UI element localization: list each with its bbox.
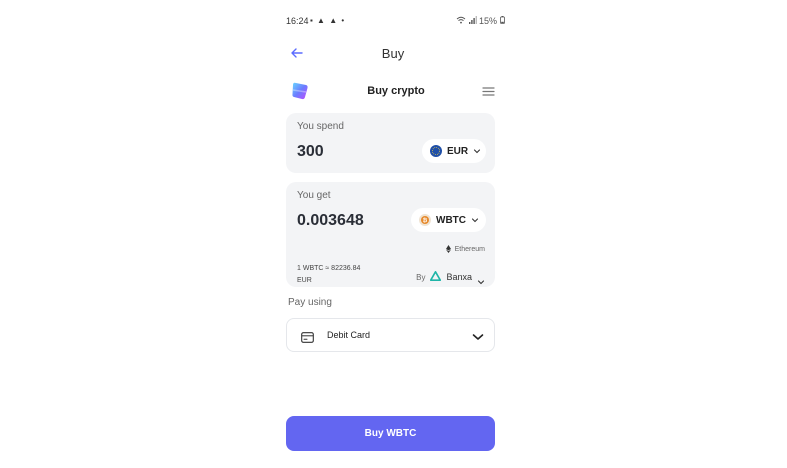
chevron-down-icon	[471, 216, 479, 224]
battery-percent: 15%	[479, 16, 498, 26]
banxa-logo-icon	[430, 268, 442, 286]
get-label: You get	[297, 190, 331, 201]
eur-flag-icon	[430, 145, 442, 157]
spend-currency-select[interactable]: EUR	[422, 139, 486, 163]
ethereum-icon	[445, 240, 451, 258]
status-right: 15%	[456, 16, 505, 26]
provider-select[interactable]: By Banxa	[416, 268, 485, 286]
payment-method-select[interactable]: Debit Card	[286, 318, 495, 352]
chevron-down-icon	[473, 147, 481, 155]
bitcoin-icon: ₿	[419, 214, 431, 226]
page-title: Buy	[381, 46, 405, 61]
spend-amount-input[interactable]: 300	[297, 143, 324, 161]
get-currency-select[interactable]: ₿ WBTC	[411, 208, 486, 232]
card-icon	[301, 330, 314, 348]
spend-label: You spend	[297, 121, 344, 132]
exchange-rate: 1 WBTC ≈ 82236.84 EUR	[297, 263, 360, 287]
hamburger-menu-icon[interactable]	[482, 85, 495, 96]
spend-currency-code: EUR	[447, 145, 469, 157]
payment-method-name: Debit Card	[327, 330, 371, 340]
provider-name: Banxa	[446, 272, 472, 282]
app-logo-icon	[290, 81, 310, 101]
chevron-down-icon	[477, 273, 485, 285]
rate-line-1: 1 WBTC ≈ 82236.84	[297, 265, 361, 272]
wifi-icon	[456, 16, 469, 26]
signal-icon	[468, 16, 480, 26]
chevron-down-icon	[472, 329, 484, 347]
battery-icon	[499, 16, 505, 26]
status-indicators: ▪ ▲ ▲ •	[310, 16, 346, 25]
widget-title: Buy crypto	[367, 85, 425, 97]
rate-line-2: EUR	[297, 277, 312, 284]
pay-using-label: Pay using	[288, 297, 332, 308]
provider-by-label: By	[416, 272, 426, 282]
spend-card: You spend 300 EUR	[286, 113, 495, 173]
get-currency-code: WBTC	[436, 214, 466, 226]
network-name: Ethereum	[454, 245, 485, 253]
svg-text:₿: ₿	[423, 217, 428, 224]
status-time: 16:24	[286, 16, 309, 26]
network-tag: Ethereum	[445, 240, 485, 258]
get-amount: 0.003648	[297, 212, 364, 229]
get-card: You get 0.003648 ₿ WBTC Ethereum 1 WBTC …	[286, 182, 495, 287]
back-arrow-icon[interactable]	[289, 45, 305, 61]
buy-button[interactable]: Buy WBTC	[286, 416, 495, 451]
